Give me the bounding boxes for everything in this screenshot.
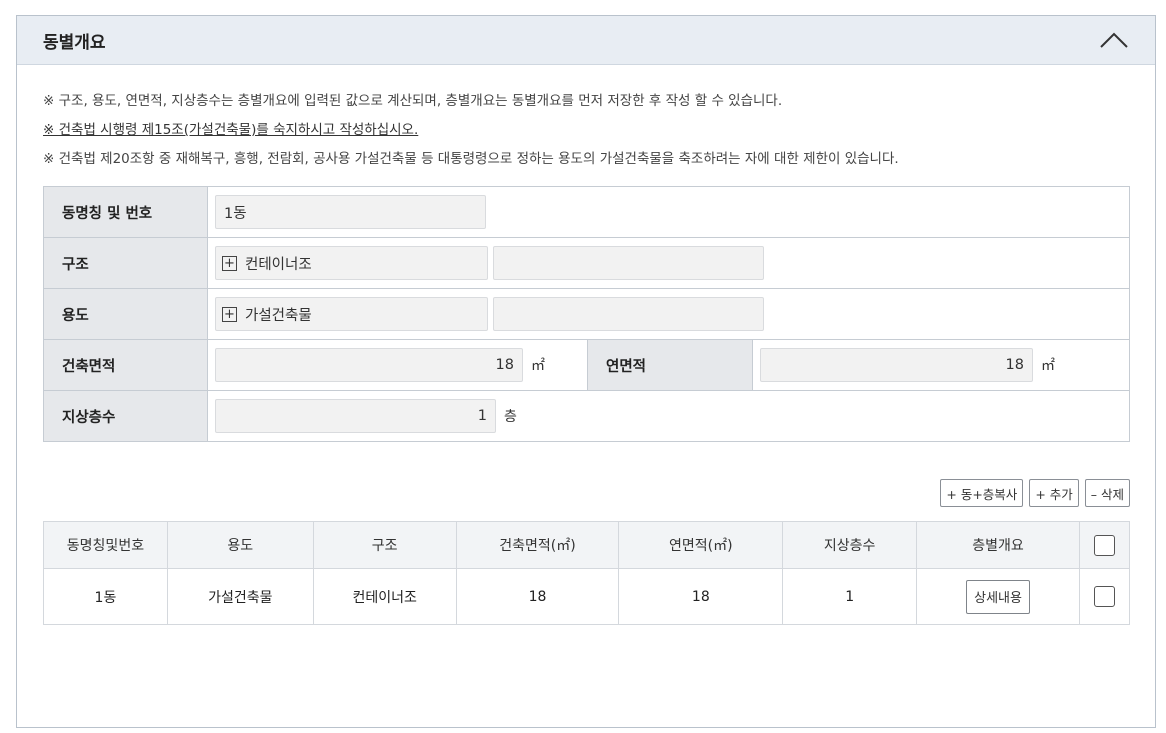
building-overview-panel: 동별개요 ※ 구조, 용도, 연면적, 지상층수는 층별개요에 입력된 값으로 …: [16, 15, 1156, 728]
expand-structure-icon[interactable]: +: [222, 255, 237, 271]
building-form: 동명칭 및 번호 1동 구조 + 컨테이너조 용도 + 가설건축물 건축면적 1…: [43, 186, 1130, 442]
usage-value: 가설건축물: [245, 307, 312, 324]
structure-detail-field[interactable]: [493, 246, 764, 280]
list-actions: + 동+층복사 + 추가 – 삭제: [940, 479, 1130, 507]
building-list-table: 동명칭및번호 용도 구조 건축면적(㎡) 연면적(㎡) 지상층수 층별개요 1동…: [43, 521, 1131, 625]
notice-enforcement-decree-link[interactable]: ※ 건축법 시행령 제15조(가설건축물)를 숙지하시고 작성하십시오.: [43, 116, 1155, 145]
col-floors: 지상층수: [782, 521, 918, 569]
delete-row-button[interactable]: – 삭제: [1084, 479, 1130, 507]
chevron-up-icon[interactable]: [1099, 25, 1129, 55]
building-area-field[interactable]: 18: [215, 348, 523, 382]
cell-usage: 가설건축물: [166, 568, 314, 625]
notice-calculation: ※ 구조, 용도, 연면적, 지상층수는 층별개요에 입력된 값으로 계산되며,…: [43, 93, 783, 109]
col-usage: 용도: [166, 521, 314, 569]
col-total-area: 연면적(㎡): [618, 521, 784, 569]
cell-building-area: 18: [455, 568, 620, 625]
form-row-area: 건축면적 18 ㎡ 연면적 18 ㎡: [44, 340, 1129, 391]
select-all-checkbox[interactable]: [1093, 534, 1115, 556]
col-building-area: 건축면적(㎡): [455, 521, 620, 569]
table-header-row: 동명칭및번호 용도 구조 건축면적(㎡) 연면적(㎡) 지상층수 층별개요: [43, 521, 1131, 569]
total-area-field[interactable]: 18: [760, 348, 1033, 382]
col-select-all: [1078, 521, 1131, 569]
floors-field[interactable]: 1: [215, 399, 496, 433]
col-structure: 구조: [312, 521, 457, 569]
col-name: 동명칭및번호: [43, 521, 168, 569]
notice-list: ※ 구조, 용도, 연면적, 지상층수는 층별개요에 입력된 값으로 계산되며,…: [17, 65, 1155, 174]
structure-label: 구조: [44, 238, 208, 288]
building-area-unit: ㎡: [531, 358, 545, 374]
usage-detail-field[interactable]: [493, 297, 764, 331]
building-area-label: 건축면적: [44, 340, 208, 390]
name-field[interactable]: 1동: [215, 195, 486, 229]
form-row-name: 동명칭 및 번호 1동: [44, 187, 1129, 238]
col-floor-overview: 층별개요: [916, 521, 1080, 569]
form-row-usage: 용도 + 가설건축물: [44, 289, 1129, 340]
total-area-unit: ㎡: [1041, 358, 1055, 374]
form-row-floors: 지상층수 1 층: [44, 391, 1129, 442]
name-label: 동명칭 및 번호: [44, 187, 208, 237]
cell-name: 1동: [43, 568, 168, 625]
notice-restriction: ※ 건축법 제20조항 중 재해복구, 흥행, 전람회, 공사용 가설건축물 등…: [43, 151, 899, 167]
cell-select: [1078, 568, 1131, 625]
usage-label: 용도: [44, 289, 208, 339]
cell-floor-overview: 상세내용: [916, 568, 1080, 625]
total-area-label: 연면적: [587, 340, 753, 390]
copy-building-floor-button[interactable]: + 동+층복사: [940, 479, 1024, 507]
panel-header: 동별개요: [17, 16, 1155, 65]
detail-button[interactable]: 상세내용: [966, 579, 1030, 614]
floors-label: 지상층수: [44, 391, 208, 441]
cell-structure: 컨테이너조: [312, 568, 457, 625]
row-checkbox[interactable]: [1093, 586, 1115, 607]
form-row-structure: 구조 + 컨테이너조: [44, 238, 1129, 289]
cell-total-area: 18: [618, 568, 784, 625]
structure-value: 컨테이너조: [245, 256, 312, 273]
structure-field[interactable]: + 컨테이너조: [215, 246, 488, 280]
table-row[interactable]: 1동 가설건축물 컨테이너조 18 18 1 상세내용: [43, 568, 1131, 625]
usage-field[interactable]: + 가설건축물: [215, 297, 488, 331]
cell-floors: 1: [782, 568, 918, 625]
add-row-button[interactable]: + 추가: [1029, 479, 1079, 507]
expand-usage-icon[interactable]: +: [222, 306, 237, 322]
panel-title: 동별개요: [43, 32, 106, 53]
floors-unit: 층: [504, 409, 517, 425]
